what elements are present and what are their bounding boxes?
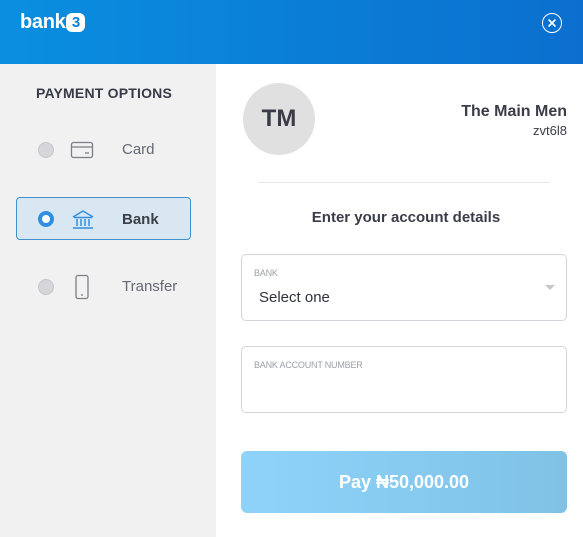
payment-option-transfer[interactable]: Transfer xyxy=(16,265,191,308)
phone-icon xyxy=(69,274,95,300)
bank-building-icon xyxy=(70,207,96,233)
pay-button[interactable]: Pay ₦50,000.00 xyxy=(241,451,567,513)
payment-option-transfer-label: Transfer xyxy=(122,278,178,295)
close-icon[interactable] xyxy=(542,13,562,33)
payment-form-panel: TM The Main Men zvt6l8 Enter your accoun… xyxy=(216,64,583,537)
logo-badge: 3 xyxy=(66,12,86,32)
bank-select[interactable]: BANK Select one xyxy=(241,254,567,321)
chevron-down-icon[interactable] xyxy=(545,285,555,290)
merchant-avatar: TM xyxy=(243,83,315,155)
form-title: Enter your account details xyxy=(311,209,501,226)
logo-text: bank xyxy=(20,10,66,33)
bank-select-label: BANK xyxy=(254,268,278,278)
bank-select-value: Select one xyxy=(259,289,330,306)
payment-option-bank[interactable]: Bank xyxy=(16,197,191,240)
sidebar-title: PAYMENT OPTIONS xyxy=(35,85,173,101)
logo-badge-text: 3 xyxy=(71,13,81,31)
payment-option-card[interactable]: Card xyxy=(16,128,191,171)
card-icon xyxy=(69,137,95,163)
account-number-label: BANK ACCOUNT NUMBER xyxy=(254,360,363,370)
account-number-field[interactable]: BANK ACCOUNT NUMBER xyxy=(241,346,567,413)
radio-transfer[interactable] xyxy=(38,279,54,295)
divider xyxy=(258,182,550,183)
header-bar: bank 3 xyxy=(0,0,583,64)
radio-card[interactable] xyxy=(38,142,54,158)
radio-bank[interactable] xyxy=(38,211,54,227)
payment-option-card-label: Card xyxy=(122,141,155,158)
account-number-input[interactable] xyxy=(254,377,554,403)
merchant-name: The Main Men xyxy=(461,103,567,120)
payment-option-bank-label: Bank xyxy=(122,211,159,228)
bank3-logo: bank 3 xyxy=(20,10,86,34)
payment-options-sidebar: PAYMENT OPTIONS Card Bank Transfer xyxy=(0,64,216,537)
merchant-code: zvt6l8 xyxy=(533,123,567,138)
